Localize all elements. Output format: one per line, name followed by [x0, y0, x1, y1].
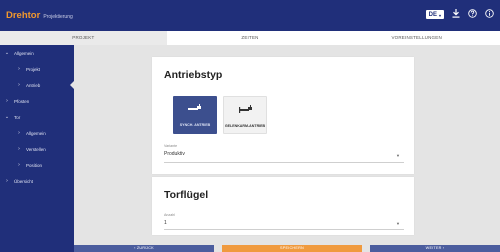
- sidebar-item-label: Pfosten: [14, 98, 30, 104]
- leaf-count-select[interactable]: Anzahl 1 ▼: [164, 213, 404, 231]
- sidebar-item-position[interactable]: › Position: [0, 157, 74, 173]
- chevron-right-icon: ›: [18, 66, 20, 72]
- chevron-right-icon: ›: [18, 130, 20, 136]
- chevron-down-icon: ⌄: [4, 50, 10, 56]
- sidebar-item-antrieb[interactable]: › Antrieb: [0, 77, 75, 93]
- app-header: Drehtor Projektierung DE ▾: [0, 0, 500, 31]
- leaf-count-label: Anzahl: [164, 213, 175, 217]
- sidebar-item-label: Projekt: [26, 66, 41, 72]
- save-button[interactable]: SPEICHERN: [222, 245, 362, 252]
- sidebar-item-allgemein[interactable]: ⌄ Allgemein: [0, 45, 74, 61]
- sidebar-item-projekt[interactable]: › Projekt: [0, 61, 74, 77]
- footer-actions: ‹ ZURÜCK SPEICHERN WEITER ›: [74, 241, 500, 252]
- header-actions: DE ▾: [425, 9, 494, 20]
- gate-leaf-title: Torflügel: [164, 189, 209, 201]
- chevron-down-icon: ⌄: [4, 114, 10, 120]
- tab-voreinstellungen[interactable]: VOREINSTELLUNGEN: [333, 31, 500, 45]
- app-logo[interactable]: Drehtor Projektierung: [6, 10, 73, 21]
- leaf-count-value: 1: [164, 220, 167, 226]
- drive-type-card: Antriebstyp SYNCH. ANTRIEB GELENKARM-ANT…: [152, 57, 414, 174]
- variant-label: Variante: [164, 144, 178, 148]
- sidebar-item-label: Position: [26, 162, 43, 168]
- tab-zeiten[interactable]: ZEITEN: [167, 31, 334, 45]
- tab-projekt[interactable]: PROJEKT: [0, 31, 167, 45]
- info-icon[interactable]: [485, 9, 494, 20]
- download-icon[interactable]: [452, 9, 460, 20]
- chevron-right-icon: ›: [18, 82, 20, 88]
- brand-subtitle: Projektierung: [43, 14, 73, 20]
- next-button[interactable]: WEITER ›: [370, 245, 500, 252]
- drive-type-title: Antriebstyp: [164, 69, 223, 81]
- sidebar-item-label: Allgemein: [26, 130, 46, 136]
- field-underline: [164, 162, 404, 163]
- sidebar-item-uebersicht[interactable]: › Übersicht: [0, 173, 74, 189]
- field-underline: [164, 229, 404, 230]
- language-value: DE: [428, 12, 437, 18]
- drive-option-label: SYNCH. ANTRIEB: [179, 123, 211, 127]
- sidebar-item-label: Übersicht: [14, 178, 34, 184]
- chevron-right-icon: ›: [6, 98, 8, 104]
- sidebar-footer: [0, 241, 74, 252]
- sidebar-item-label: Antrieb: [26, 82, 41, 88]
- chevron-right-icon: ›: [18, 146, 20, 152]
- gate-leaf-card: Torflügel Anzahl 1 ▼: [152, 177, 414, 235]
- language-select[interactable]: DE ▾: [425, 10, 444, 19]
- brand-name: Drehtor: [6, 10, 41, 21]
- sidebar-item-verstellen[interactable]: › Verstellen: [0, 141, 74, 157]
- drive-option-gelenkarm[interactable]: GELENKARM-ANTRIEB: [223, 96, 267, 134]
- variant-select[interactable]: Variante Produktiv ▼: [164, 144, 404, 164]
- drive-option-label: GELENKARM-ANTRIEB: [224, 124, 266, 128]
- sidebar-item-label: Allgemein: [14, 50, 34, 56]
- sidebar-item-tor-allgemein[interactable]: › Allgemein: [0, 125, 74, 141]
- variant-value: Produktiv: [164, 151, 185, 157]
- chevron-down-icon: ▾: [438, 12, 441, 18]
- synch-drive-icon: [188, 104, 201, 110]
- dropdown-arrow-icon: ▼: [396, 221, 400, 226]
- sidebar-item-label: Tor: [14, 114, 21, 120]
- sidebar-item-pfosten[interactable]: › Pfosten: [0, 93, 74, 109]
- drive-option-synch[interactable]: SYNCH. ANTRIEB: [173, 96, 217, 134]
- chevron-right-icon: ›: [6, 178, 8, 184]
- articulated-arm-drive-icon: [239, 105, 252, 113]
- sidebar-item-tor[interactable]: ⌄ Tor: [0, 109, 74, 125]
- sidebar: ⌄ Allgemein › Projekt › Antrieb › Pfosten ⌄ T…: [0, 45, 75, 241]
- main-tabs: PROJEKT ZEITEN VOREINSTELLUNGEN: [0, 31, 500, 45]
- back-button[interactable]: ‹ ZURÜCK: [74, 245, 214, 252]
- sidebar-item-label: Verstellen: [26, 146, 46, 152]
- chevron-right-icon: ›: [18, 162, 20, 168]
- dropdown-arrow-icon: ▼: [396, 153, 400, 158]
- help-icon[interactable]: [468, 9, 477, 20]
